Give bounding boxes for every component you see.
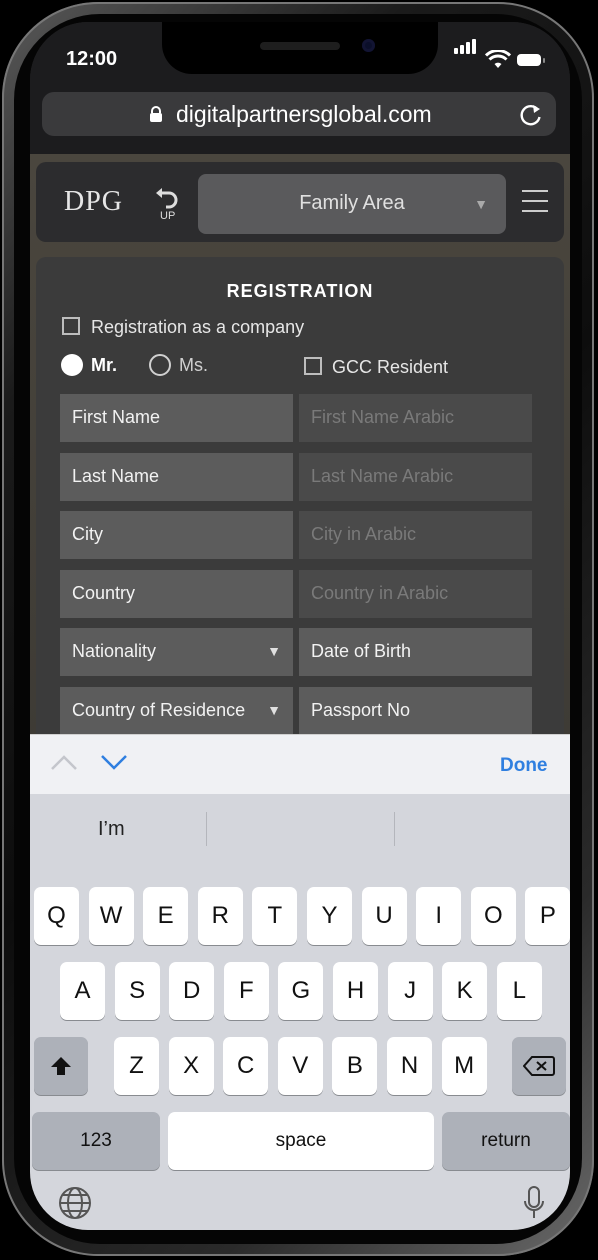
menu-icon[interactable] — [522, 190, 548, 212]
delete-key[interactable] — [512, 1037, 566, 1095]
key-r[interactable]: R — [197, 887, 243, 945]
last-name-arabic-field[interactable]: Last Name Arabic — [299, 453, 532, 501]
area-select-value: Family Area — [299, 192, 405, 214]
next-field-icon[interactable] — [100, 753, 128, 771]
key-d[interactable]: D — [169, 962, 215, 1020]
nationality-select[interactable]: Nationality ▼ — [60, 628, 293, 676]
mr-radio[interactable] — [61, 354, 83, 376]
backspace-icon — [523, 1056, 555, 1076]
company-checkbox[interactable] — [62, 317, 80, 335]
key-f[interactable]: F — [223, 962, 269, 1020]
browser-toolbar: digitalpartnersglobal.com — [30, 90, 570, 154]
city-arabic-field[interactable]: City in Arabic — [299, 511, 532, 559]
phone-screen: 12:00 digitalpartnersglobal.com DPG UP F… — [30, 22, 570, 1230]
key-a[interactable]: A — [60, 962, 105, 1020]
key-w[interactable]: W — [88, 887, 134, 945]
site-header: DPG UP Family Area ▼ — [36, 162, 564, 242]
key-u[interactable]: U — [361, 887, 407, 945]
area-select[interactable]: Family Area ▼ — [198, 174, 506, 234]
country-arabic-field[interactable]: Country in Arabic — [299, 570, 532, 618]
keyboard-accessory-bar: Done — [30, 734, 570, 795]
key-i[interactable]: I — [416, 887, 462, 945]
numbers-key[interactable]: 123 — [32, 1112, 160, 1170]
site-logo[interactable]: DPG — [64, 186, 123, 218]
microphone-icon[interactable] — [524, 1186, 544, 1220]
ms-radio-label: Ms. — [179, 355, 208, 375]
predictive-text-bar: I’m — [30, 794, 570, 864]
address-bar[interactable]: digitalpartnersglobal.com — [42, 92, 556, 136]
first-name-arabic-field[interactable]: First Name Arabic — [299, 394, 532, 442]
country-field[interactable]: Country — [60, 570, 293, 618]
key-j[interactable]: J — [387, 962, 433, 1020]
last-name-field[interactable]: Last Name — [60, 453, 293, 501]
key-e[interactable]: E — [143, 887, 189, 945]
keyboard: I’m 123 space return Q W E R T Y U I O P… — [30, 794, 570, 1230]
key-g[interactable]: G — [278, 962, 324, 1020]
chevron-down-icon: ▼ — [267, 702, 281, 718]
suggestion-1[interactable]: I’m — [98, 818, 125, 841]
key-h[interactable]: H — [333, 962, 378, 1020]
key-v[interactable]: V — [277, 1037, 323, 1095]
key-l[interactable]: L — [496, 962, 542, 1020]
key-b[interactable]: B — [332, 1037, 378, 1095]
status-bar: 12:00 — [30, 22, 570, 90]
country-of-residence-label: Country of Residence — [72, 700, 246, 720]
key-o[interactable]: O — [470, 887, 516, 945]
wifi-icon — [485, 50, 511, 68]
nationality-label: Nationality — [72, 641, 157, 661]
company-checkbox-label: Registration as a company — [91, 317, 305, 337]
mr-radio-label: Mr. — [91, 355, 118, 375]
return-key[interactable]: return — [442, 1112, 570, 1170]
key-p[interactable]: P — [525, 887, 570, 945]
key-q[interactable]: Q — [34, 887, 79, 945]
key-y[interactable]: Y — [307, 887, 352, 945]
lock-icon — [150, 106, 162, 122]
key-s[interactable]: S — [114, 962, 160, 1020]
registration-title: REGISTRATION — [226, 281, 374, 301]
camera — [362, 39, 375, 52]
date-of-birth-field[interactable]: Date of Birth — [299, 628, 532, 676]
passport-no-field[interactable]: Passport No — [299, 687, 532, 735]
reload-icon[interactable] — [518, 102, 544, 128]
chevron-down-icon: ▼ — [267, 643, 281, 659]
notch — [162, 22, 438, 74]
gcc-resident-checkbox[interactable] — [304, 357, 322, 375]
shift-icon — [51, 1057, 71, 1075]
url-text: digitalpartnersglobal.com — [176, 101, 432, 127]
space-key[interactable]: space — [168, 1112, 434, 1170]
gcc-resident-label: GCC Resident — [332, 357, 449, 377]
registration-panel: REGISTRATION Registration as a company M… — [36, 257, 564, 757]
key-x[interactable]: X — [168, 1037, 214, 1095]
battery-icon — [517, 54, 545, 66]
key-t[interactable]: T — [252, 887, 298, 945]
ms-radio[interactable] — [149, 354, 171, 376]
up-label: UP — [160, 210, 176, 222]
done-button[interactable]: Done — [500, 755, 548, 777]
key-n[interactable]: N — [387, 1037, 432, 1095]
key-z[interactable]: Z — [114, 1037, 159, 1095]
chevron-down-icon: ▼ — [474, 196, 488, 212]
key-k[interactable]: K — [442, 962, 488, 1020]
first-name-field[interactable]: First Name — [60, 394, 293, 442]
status-time: 12:00 — [66, 48, 118, 70]
key-c[interactable]: C — [223, 1037, 269, 1095]
undo-arrow-icon — [156, 188, 178, 209]
previous-field-icon[interactable] — [50, 753, 78, 771]
key-m[interactable]: M — [441, 1037, 487, 1095]
globe-icon[interactable] — [58, 1186, 92, 1220]
up-button[interactable]: UP — [154, 184, 182, 228]
shift-key[interactable] — [34, 1037, 88, 1095]
web-page: DPG UP Family Area ▼ REGISTRATION Regist… — [30, 154, 570, 757]
city-field[interactable]: City — [60, 511, 293, 559]
country-of-residence-select[interactable]: Country of Residence ▼ — [60, 687, 293, 735]
speaker — [260, 42, 340, 50]
